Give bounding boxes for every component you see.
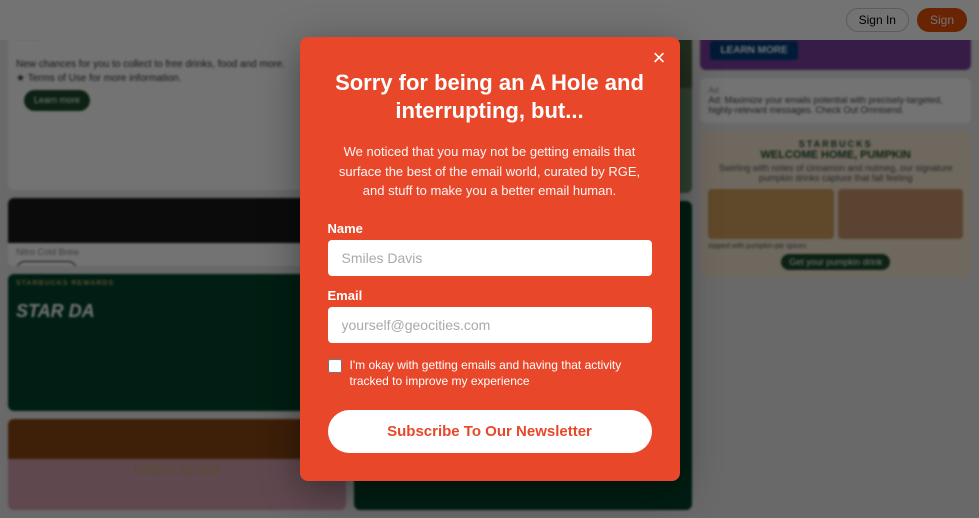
consent-label: I'm okay with getting emails and having … — [350, 357, 652, 391]
consent-checkbox-row: I'm okay with getting emails and having … — [328, 357, 652, 391]
modal-title: Sorry for being an A Hole and interrupti… — [328, 69, 652, 126]
subscribe-button[interactable]: Subscribe To Our Newsletter — [328, 410, 652, 453]
email-label: Email — [328, 288, 652, 303]
name-form-group: Name — [328, 221, 652, 276]
name-input[interactable] — [328, 240, 652, 276]
modal-subtitle: We noticed that you may not be getting e… — [328, 142, 652, 201]
name-label: Name — [328, 221, 652, 236]
modal-overlay: × Sorry for being an A Hole and interrup… — [0, 0, 979, 518]
email-form-group: Email — [328, 288, 652, 343]
email-input[interactable] — [328, 307, 652, 343]
modal-close-button[interactable]: × — [653, 47, 666, 69]
newsletter-modal: × Sorry for being an A Hole and interrup… — [300, 37, 680, 481]
consent-checkbox[interactable] — [328, 359, 342, 373]
